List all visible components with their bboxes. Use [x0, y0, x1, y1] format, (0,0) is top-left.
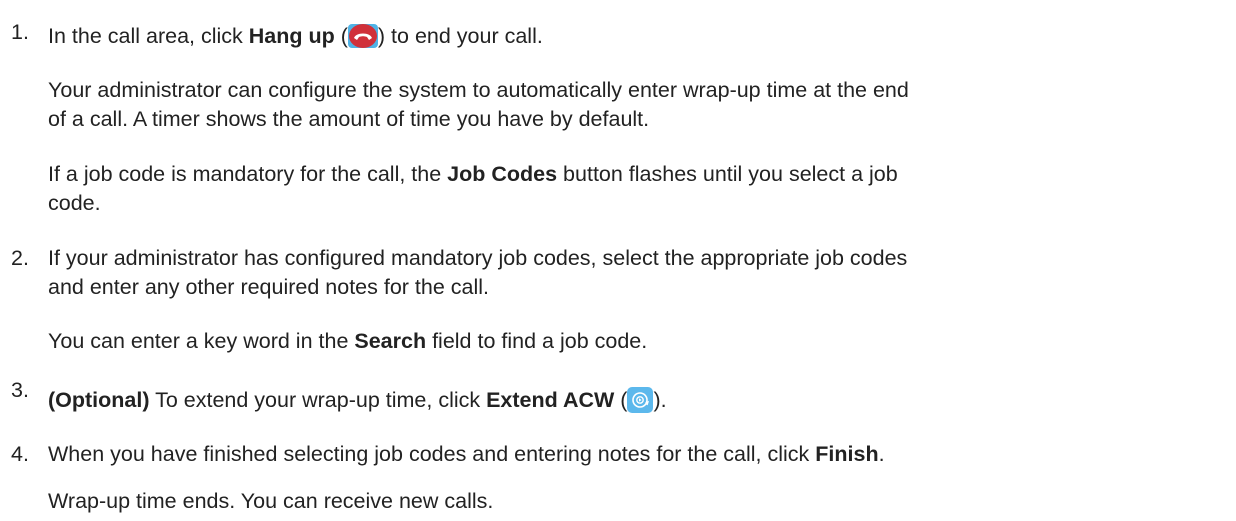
- step-number: 4.: [11, 442, 29, 466]
- paren-open: (: [614, 388, 628, 412]
- para2-text: You can enter a key word in the: [48, 329, 355, 353]
- step-4-para2: Wrap-up time ends. You can receive new c…: [48, 489, 494, 513]
- hang-up-label: Hang up: [248, 24, 335, 48]
- search-label: Search: [354, 329, 427, 353]
- step-1-para3-line2: code.: [48, 191, 101, 215]
- step-number: 3.: [11, 378, 29, 402]
- step-3-line1: (Optional) To extend your wrap-up time, …: [48, 386, 667, 415]
- step-4-text-end: .: [878, 442, 885, 466]
- paren-open: (: [334, 24, 348, 48]
- step-1-instruction: In the call area, click Hang up ( ) to en…: [48, 22, 543, 51]
- step-2-line2: and enter any other required notes for t…: [48, 275, 490, 299]
- finish-label: Finish: [815, 442, 879, 466]
- instruction-text: In the call area, click: [48, 24, 249, 48]
- extend-acw-label: Extend ACW: [486, 388, 615, 412]
- para3-text-end: button flashes until you select a job: [557, 162, 898, 186]
- step-number: 1.: [11, 20, 29, 44]
- step-number: 2.: [11, 246, 29, 270]
- step-1-para3-line1: If a job code is mandatory for the call,…: [48, 160, 898, 189]
- para3-text: If a job code is mandatory for the call,…: [48, 162, 448, 186]
- step-3-text-end: ).: [653, 388, 667, 412]
- hang-up-icon: [347, 24, 378, 48]
- step-4-text: When you have finished selecting job cod…: [48, 442, 816, 466]
- step-2-para2: You can enter a key word in the Search f…: [48, 327, 647, 356]
- extend-acw-icon: [627, 387, 654, 413]
- para2-text-end: field to find a job code.: [426, 329, 648, 353]
- instruction-text-end: ) to end your call.: [377, 24, 543, 48]
- step-1-para2-line1: Your administrator can configure the sys…: [48, 78, 909, 102]
- step-3-text: To extend your wrap-up time, click: [149, 388, 487, 412]
- step-1-para2-line2: of a call. A timer shows the amount of t…: [48, 107, 650, 131]
- step-4-line1: When you have finished selecting job cod…: [48, 440, 885, 469]
- optional-label: (Optional): [48, 388, 150, 412]
- step-2-line1: If your administrator has configured man…: [48, 246, 908, 270]
- job-codes-label: Job Codes: [447, 162, 558, 186]
